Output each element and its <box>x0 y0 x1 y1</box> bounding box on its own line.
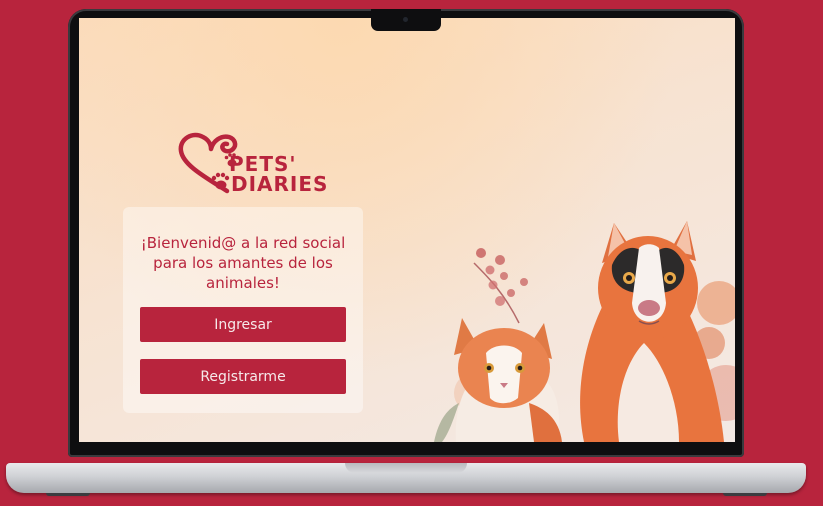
brand-name: PETS' DIARIES <box>229 154 328 194</box>
pets-illustration <box>434 221 735 442</box>
register-button[interactable]: Registrarme <box>140 359 346 394</box>
screen: PETS' DIARIES ¡Bienvenid@ a la red socia… <box>79 18 735 442</box>
camera-icon <box>403 17 408 22</box>
brand-line-2: DIARIES <box>231 172 329 196</box>
cat-illustration <box>454 318 562 442</box>
camera-notch <box>371 9 441 31</box>
welcome-message: ¡Bienvenid@ a la red social para los ama… <box>140 234 346 292</box>
leaf-decoration <box>434 403 459 442</box>
welcome-card: ¡Bienvenid@ a la red social para los ama… <box>123 207 363 413</box>
login-button[interactable]: Ingresar <box>140 307 346 342</box>
brand-line-1: PETS' <box>229 152 297 176</box>
laptop-opening-groove <box>345 463 467 473</box>
berry-branch <box>473 248 528 324</box>
laptop-foot-left <box>46 493 90 496</box>
heart-icon <box>178 132 238 194</box>
laptop-foot-right <box>723 493 767 496</box>
